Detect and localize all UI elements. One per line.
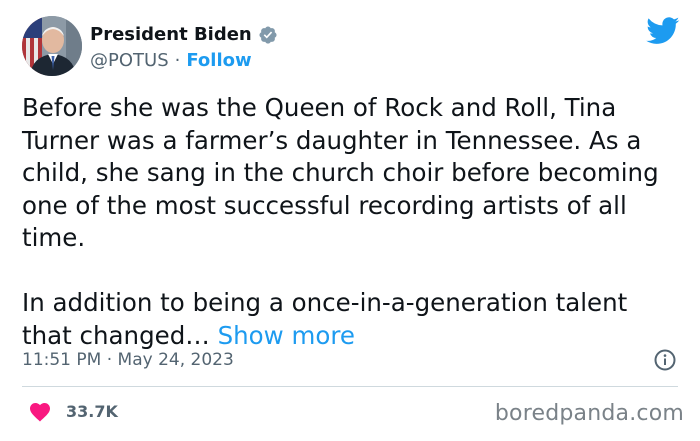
divider bbox=[22, 386, 678, 387]
timestamp[interactable]: 11:51 PM · May 24, 2023 bbox=[22, 350, 234, 370]
author-name-row: President Biden bbox=[90, 24, 278, 45]
tweet-paragraph-1: Before she was the Queen of Rock and Rol… bbox=[22, 93, 659, 252]
avatar[interactable] bbox=[22, 16, 82, 76]
tweet-header: President Biden @POTUS · Follow bbox=[22, 16, 682, 80]
show-more-link[interactable]: Show more bbox=[218, 321, 355, 350]
tweet-text: Before she was the Queen of Rock and Rol… bbox=[22, 92, 682, 352]
like-action[interactable]: 33.7K bbox=[28, 400, 118, 422]
like-count: 33.7K bbox=[66, 401, 118, 421]
heart-icon[interactable] bbox=[28, 400, 52, 422]
author-handle-row: @POTUS · Follow bbox=[90, 50, 252, 71]
info-icon[interactable] bbox=[653, 348, 677, 372]
twitter-bird-icon[interactable] bbox=[646, 17, 680, 45]
follow-button[interactable]: Follow bbox=[186, 50, 251, 71]
author-name[interactable]: President Biden bbox=[90, 24, 252, 45]
watermark: boredpanda.com bbox=[494, 401, 684, 426]
handle-separator: · bbox=[174, 50, 181, 71]
author-handle[interactable]: @POTUS bbox=[90, 50, 169, 71]
tweet-meta: 11:51 PM · May 24, 2023 bbox=[22, 348, 677, 374]
tweet-paragraph-2: In addition to being a once-in-a-generat… bbox=[22, 287, 682, 352]
verified-badge-icon bbox=[259, 25, 277, 44]
